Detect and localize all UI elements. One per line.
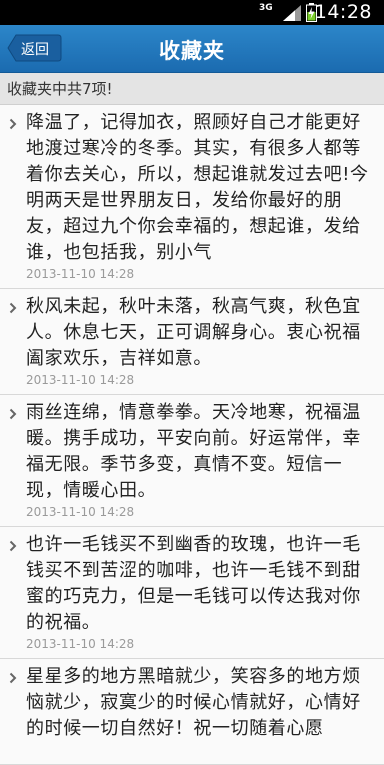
clock: 14:28 <box>314 1 372 23</box>
message-time <box>0 742 384 764</box>
chevron-right-icon <box>9 537 17 556</box>
favorites-count-bar: 收藏夹中共7项! <box>0 73 384 105</box>
message-time: 2013-11-10 14:28 <box>26 373 135 387</box>
favorites-list: 降温了，记得加衣，照顾好自己才能更好地渡过寒冷的冬季。其实，有很多人都等着你去关… <box>0 105 384 765</box>
message-text: 也许一毛钱买不到幽香的玫瑰，也许一毛钱买不到苦涩的咖啡，也许一毛钱不到甜蜜的巧克… <box>26 534 361 633</box>
message-time: 2013-11-10 14:28 <box>26 637 135 651</box>
list-item[interactable]: 秋风未起，秋叶未落，秋高气爽，秋色宜人。休息七天，正可调解身心。衷心祝福阖家欢乐… <box>0 289 384 395</box>
signal-icon <box>283 5 301 25</box>
page-title: 收藏夹 <box>159 39 225 63</box>
list-item[interactable]: 雨丝连绵，情意拳拳。天冷地寒，祝福温暖。携手成功，平安向前。好运常伴，幸福无限。… <box>0 395 384 527</box>
message-time: 2013-11-10 14:28 <box>26 267 135 281</box>
favorites-count: 收藏夹中共7项! <box>7 80 113 98</box>
chevron-right-icon <box>9 115 17 134</box>
chevron-right-icon <box>9 669 17 688</box>
message-time: 2013-11-10 14:28 <box>26 505 135 519</box>
network-type: 3G <box>259 3 273 13</box>
list-item[interactable]: 星星多的地方黑暗就少，笑容多的地方烦恼就少，寂寞少的时候心情就好，心情好的时候一… <box>0 659 384 765</box>
list-item[interactable]: 也许一毛钱买不到幽香的玫瑰，也许一毛钱买不到苦涩的咖啡，也许一毛钱不到甜蜜的巧克… <box>0 527 384 659</box>
status-bar: 3G 14:28 <box>0 0 384 25</box>
chevron-right-icon <box>9 299 17 318</box>
message-text: 秋风未起，秋叶未落，秋高气爽，秋色宜人。休息七天，正可调解身心。衷心祝福阖家欢乐… <box>26 296 361 369</box>
message-text: 雨丝连绵，情意拳拳。天冷地寒，祝福温暖。携手成功，平安向前。好运常伴，幸福无限。… <box>26 402 361 501</box>
message-text: 星星多的地方黑暗就少，笑容多的地方烦恼就少，寂寞少的时候心情就好，心情好的时候一… <box>26 666 361 739</box>
message-text: 降温了，记得加衣，照顾好自己才能更好地渡过寒冷的冬季。其实，有很多人都等着你去关… <box>26 112 369 263</box>
list-item[interactable]: 降温了，记得加衣，照顾好自己才能更好地渡过寒冷的冬季。其实，有很多人都等着你去关… <box>0 105 384 289</box>
title-bar: 返回 收藏夹 <box>0 25 384 73</box>
chevron-right-icon <box>9 405 17 424</box>
